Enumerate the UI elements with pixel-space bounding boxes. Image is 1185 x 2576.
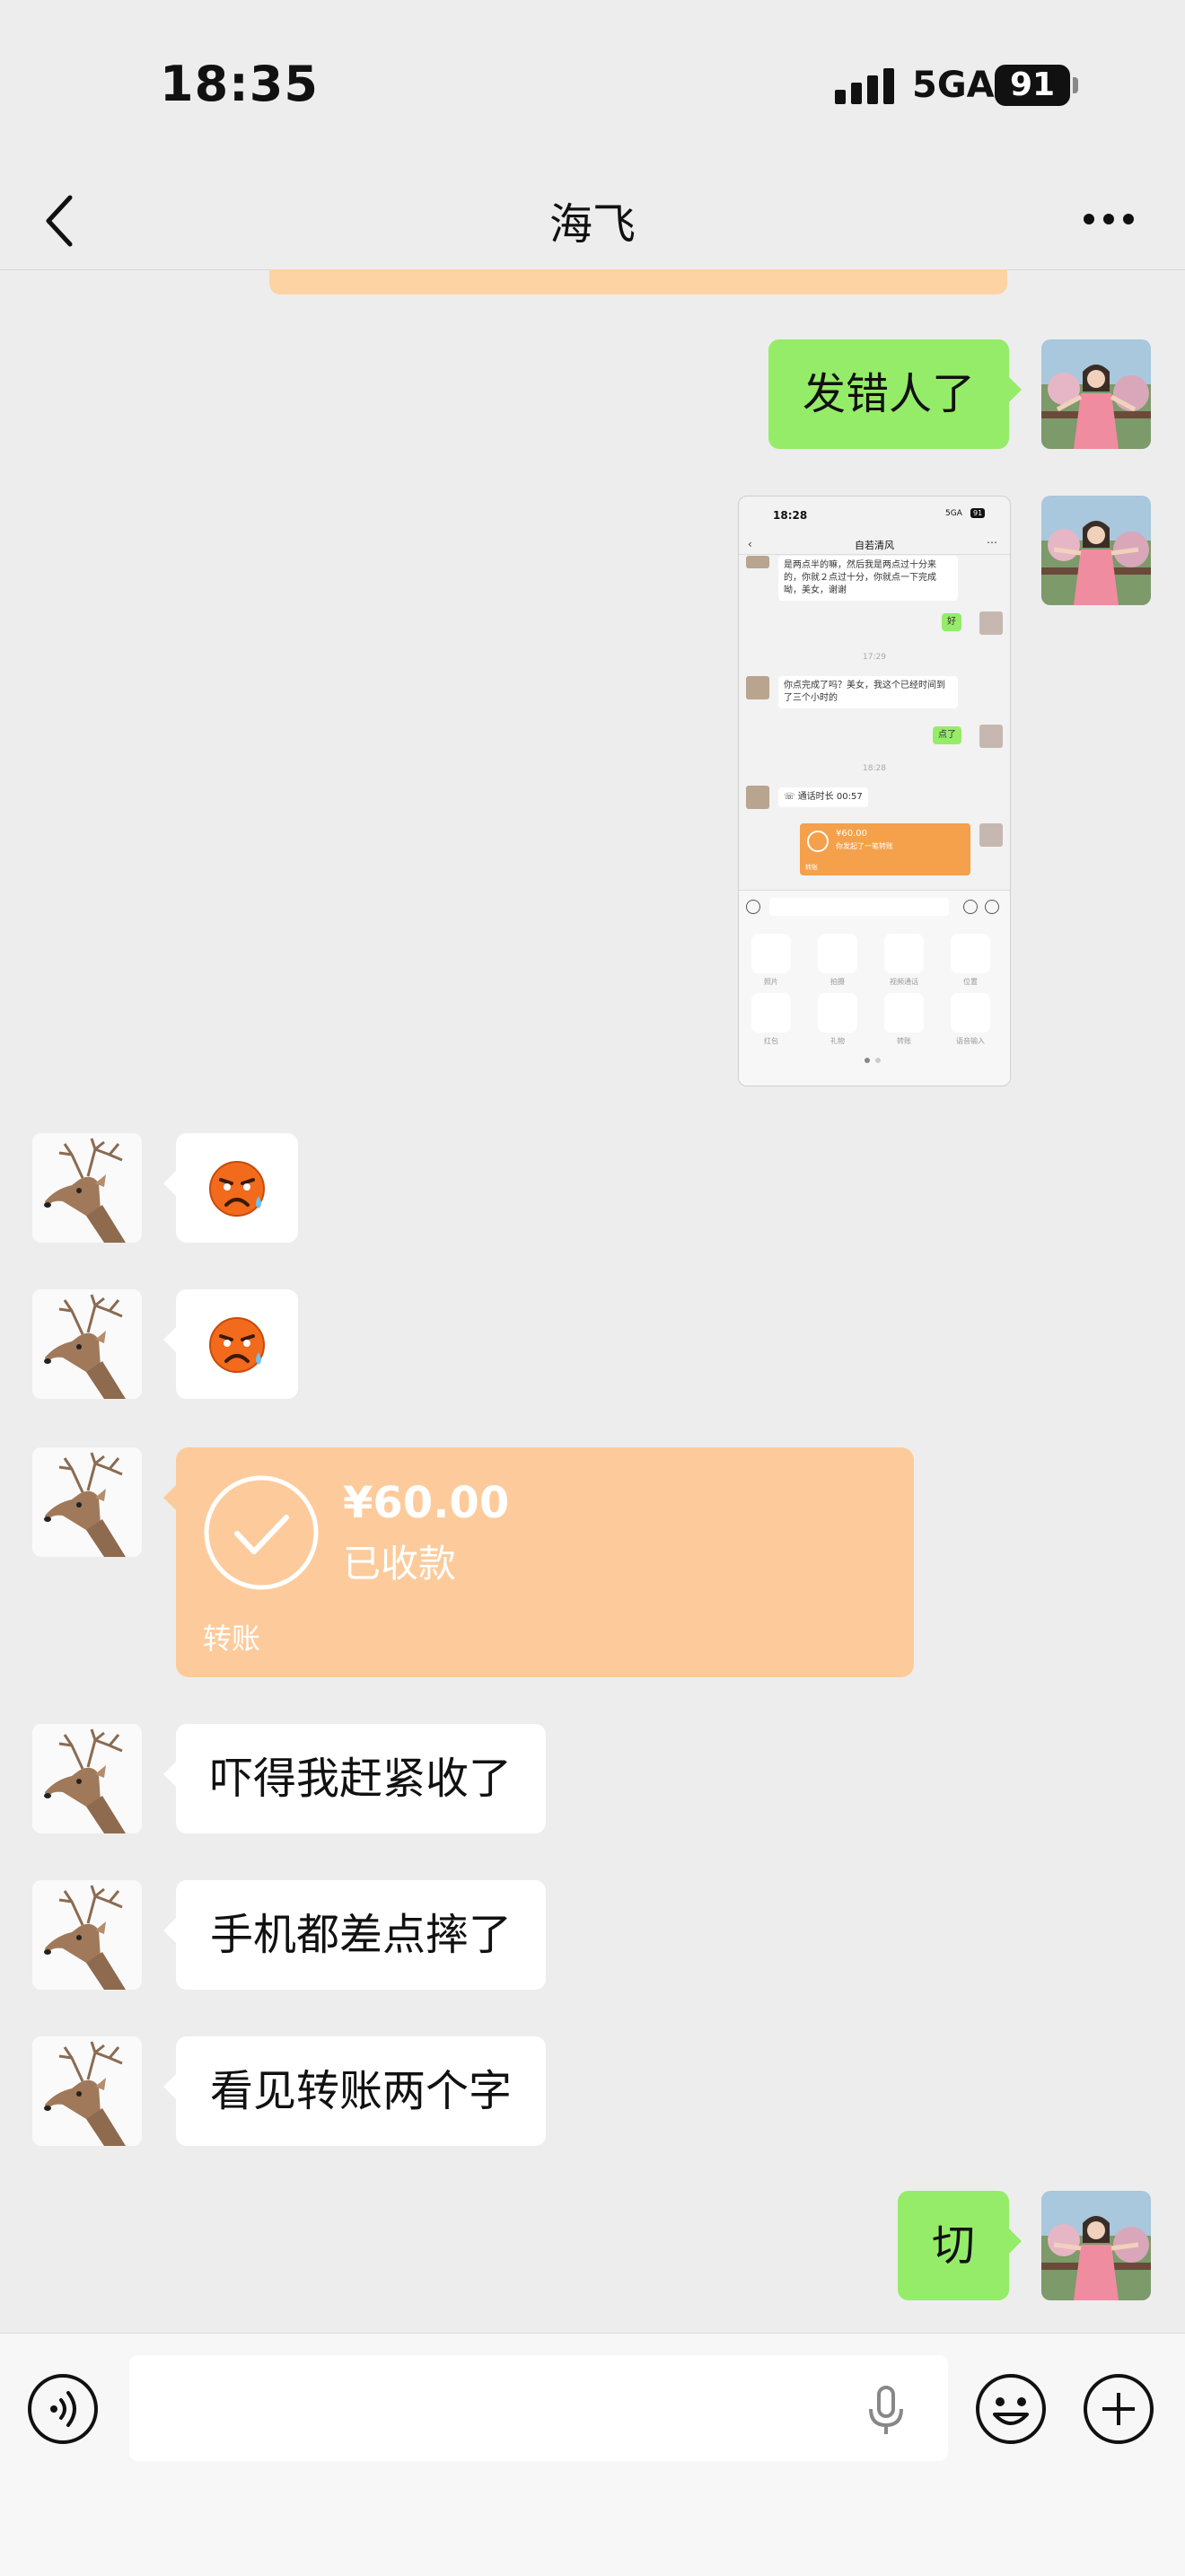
shot-title: 自若清风 [855,540,894,551]
shot-panel-tile [884,934,924,973]
battery-indicator: 91 [995,65,1070,106]
shot-panel-caption: 位置 [963,978,978,986]
transfer-amount: ¥60.00 [343,1478,510,1528]
contact-avatar[interactable] [32,1724,142,1833]
deer-icon [32,1447,142,1557]
contact-avatar[interactable] [32,1133,142,1243]
shot-back-icon: ‹ [748,538,752,550]
shot-transfer-icon [807,831,829,852]
shot-transfer-note: 你发起了一笔转账 [836,842,893,850]
input-bar [0,2333,1185,2576]
status-bar: 18:35 5GA 91 [0,0,1185,171]
shot-transfer-amount: ¥60.00 [836,829,867,839]
shot-panel-caption: 视频通话 [890,978,918,986]
chat-title: 海飞 [549,199,636,250]
shared-screenshot-image[interactable]: 18:28 5GA 91 自若清风 ‹ ⋯ 是两点半的嘛，然后我是两点过十分来的… [738,496,1011,1086]
shot-panel-caption: 礼物 [830,1037,845,1045]
emoji-message[interactable] [163,1133,298,1243]
deer-icon [32,1724,142,1833]
message-bubble-self[interactable]: 发错人了 [768,339,1023,449]
message-bubble-contact[interactable]: 吓得我赶紧收了 [162,1724,547,1833]
plus-icon[interactable] [1083,2373,1154,2445]
voice-input-icon[interactable] [27,2373,99,2445]
battery-tip [1073,77,1078,93]
more-options-icon[interactable] [1077,192,1140,246]
shot-message-2: 你点完成了吗？美女，我这个已经时间到了三个小时的 [778,676,958,708]
shot-panel-tile [751,934,791,973]
chat-header: 海飞 [0,171,1185,270]
emoji-message[interactable] [163,1289,298,1399]
signal-icon [835,68,894,104]
network-label: 5GA [912,65,995,106]
shot-voice-icon [746,900,760,914]
transfer-card[interactable]: ¥60.00 已收款 转账 [163,1447,914,1677]
shot-transfer-card: ¥60.00 你发起了一笔转账 转账 [800,823,970,875]
deer-icon [32,1880,142,1990]
transfer-label: 转账 [203,1622,261,1656]
contact-avatar[interactable] [32,1289,142,1399]
shot-panel-tile [751,993,791,1033]
emoji-icon[interactable] [975,2373,1047,2445]
deer-icon [32,1133,142,1243]
shot-timestamp-1: 17:29 [863,653,886,662]
shot-transfer-label: 转账 [805,864,818,871]
contact-avatar[interactable] [32,1447,142,1557]
shot-divider [739,554,1010,555]
microphone-icon[interactable] [864,2386,908,2436]
shot-panel-tile [951,993,990,1033]
shot-network: 5GA [945,509,962,518]
shot-input-area: 照片 拍摄 视频通话 位置 红包 礼物 转账 语音输入 [739,890,1010,1086]
shot-reply-1: 好 [942,613,961,631]
shot-panel-caption: 转账 [897,1037,911,1045]
shot-panel-caption: 照片 [764,978,778,986]
crying-sweat-emoji-icon [209,1161,265,1217]
shot-timestamp-2: 18:28 [863,764,886,773]
shot-panel-tile [818,934,857,973]
shot-avatar-self [979,611,1003,635]
shot-avatar-self [979,725,1003,748]
contact-avatar[interactable] [32,2036,142,2146]
woman-portrait-icon [1041,496,1151,605]
woman-portrait-icon [1041,339,1151,449]
shot-plus-icon [985,900,999,914]
crying-sweat-emoji-icon [209,1317,265,1373]
check-circle-icon [204,1475,319,1590]
shot-page-dot [865,1058,870,1063]
shot-panel-caption: 红包 [764,1037,778,1045]
shot-page-dot [875,1058,881,1063]
shot-message-1: 是两点半的嘛，然后我是两点过十分来的，你就２点过十分，你就点一下完成呦，美女，谢… [778,556,958,601]
shot-panel-caption: 语音输入 [956,1037,985,1045]
shot-avatar-self [979,823,1003,847]
self-avatar[interactable] [1041,2191,1151,2300]
shot-emoji-icon [963,900,978,914]
shot-reply-2: 点了 [933,726,961,744]
self-avatar[interactable] [1041,496,1151,605]
previous-message-stub [269,269,1007,295]
shot-panel-caption: 拍摄 [830,978,845,986]
message-input[interactable] [129,2355,948,2461]
status-time: 18:35 [160,56,319,112]
message-bubble-self[interactable]: 切 [897,2191,1023,2300]
message-bubble-contact[interactable]: 手机都差点摔了 [162,1880,547,1990]
shot-panel-tile [951,934,990,973]
shot-panel-tile [818,993,857,1033]
shot-battery: 91 [970,508,986,518]
contact-avatar[interactable] [32,1880,142,1990]
shot-avatar-other [746,786,769,809]
shot-avatar-other [746,556,769,568]
transfer-status: 已收款 [343,1542,457,1586]
shot-call-text: 通话时长 00:57 [797,792,863,802]
shot-call-record: ☏ 通话时长 00:57 [778,787,868,807]
shot-more-icon: ⋯ [987,536,997,549]
shot-avatar-other [746,676,769,699]
message-bubble-contact[interactable]: 看见转账两个字 [162,2036,547,2146]
deer-icon [32,1289,142,1399]
deer-icon [32,2036,142,2146]
woman-portrait-icon [1041,2191,1151,2300]
shot-text-box [769,898,949,916]
shot-panel-tile [884,993,924,1033]
shot-time: 18:28 [773,509,808,522]
self-avatar[interactable] [1041,339,1151,449]
